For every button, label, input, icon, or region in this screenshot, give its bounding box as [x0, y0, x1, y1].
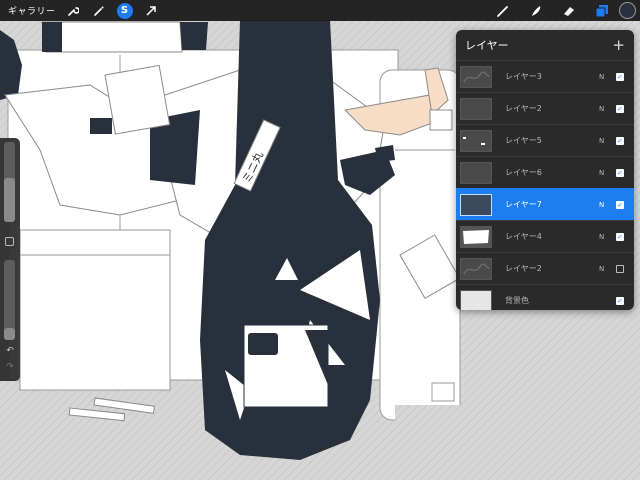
- layer-blend-mode[interactable]: N: [599, 73, 604, 81]
- layers-icon[interactable]: [591, 0, 613, 21]
- layer-thumbnail: [460, 289, 492, 310]
- top-toolbar: ギャラリー S: [0, 0, 640, 21]
- layer-visibility-checkbox[interactable]: ✓: [616, 200, 624, 209]
- layer-blend-mode[interactable]: N: [599, 105, 604, 113]
- layer-row[interactable]: レイヤー5 N ✓: [456, 124, 634, 156]
- layer-thumbnail: [460, 161, 492, 184]
- layer-row[interactable]: レイヤー7 N ✓: [456, 188, 634, 220]
- layer-visibility-checkbox[interactable]: ✓: [616, 296, 624, 305]
- layer-name: レイヤー2: [505, 104, 542, 113]
- left-sidebar: ↶ ↷: [0, 138, 20, 381]
- layer-name: レイヤー5: [505, 136, 542, 145]
- layer-name: レイヤー7: [505, 200, 542, 209]
- layer-row[interactable]: レイヤー2 N ✓: [456, 252, 634, 284]
- layer-row[interactable]: レイヤー3 N ✓: [456, 60, 634, 92]
- brush-size-fill: [4, 178, 15, 222]
- layer-name: レイヤー3: [505, 72, 542, 81]
- layer-thumbnail: [460, 193, 492, 216]
- layers-header: レイヤー +: [456, 30, 634, 60]
- selection-s-icon[interactable]: S: [116, 0, 134, 21]
- layer-name: 背景色: [505, 296, 529, 305]
- gallery-button[interactable]: ギャラリー: [8, 4, 56, 17]
- layer-blend-mode[interactable]: N: [599, 201, 604, 209]
- layer-visibility-checkbox[interactable]: ✓: [616, 264, 624, 273]
- layer-thumbnail: [460, 97, 492, 120]
- selection-s-glyph: S: [116, 2, 133, 19]
- layer-visibility-checkbox[interactable]: ✓: [616, 136, 624, 145]
- magic-wand-icon[interactable]: [90, 0, 108, 21]
- layer-thumbnail: [460, 65, 492, 88]
- layer-thumbnail: [460, 225, 492, 248]
- layer-row[interactable]: レイヤー6 N ✓: [456, 156, 634, 188]
- layer-row[interactable]: 背景色 ✓: [456, 284, 634, 310]
- redo-button[interactable]: ↷: [4, 362, 16, 372]
- wrench-icon[interactable]: [64, 0, 82, 21]
- opacity-fill: [4, 328, 15, 340]
- layers-panel: レイヤー + レイヤー3 N ✓ レイヤー2 N ✓ レイヤー5 N ✓ レイヤー6 N ✓ レイヤー7…: [456, 30, 634, 310]
- opacity-slider[interactable]: [4, 260, 15, 340]
- layers-title: レイヤー: [465, 39, 509, 52]
- transform-arrow-icon[interactable]: [142, 0, 160, 21]
- color-icon[interactable]: [619, 2, 636, 19]
- layer-thumbnail: [460, 129, 492, 152]
- smudge-icon[interactable]: [525, 0, 547, 21]
- layer-row[interactable]: レイヤー2 N ✓: [456, 92, 634, 124]
- layer-thumbnail: [460, 257, 492, 280]
- layer-blend-mode[interactable]: N: [599, 233, 604, 241]
- layer-name: レイヤー4: [505, 232, 542, 241]
- layer-visibility-checkbox[interactable]: ✓: [616, 104, 624, 113]
- modify-button[interactable]: [5, 237, 14, 246]
- layer-row[interactable]: レイヤー4 N ✓: [456, 220, 634, 252]
- layer-visibility-checkbox[interactable]: ✓: [616, 72, 624, 81]
- layer-list: レイヤー3 N ✓ レイヤー2 N ✓ レイヤー5 N ✓ レイヤー6 N ✓ レイヤー7 N ✓ レイヤー4…: [456, 60, 634, 310]
- layer-blend-mode[interactable]: N: [599, 137, 604, 145]
- eraser-icon[interactable]: [558, 0, 580, 21]
- add-layer-button[interactable]: +: [612, 37, 625, 53]
- layer-blend-mode[interactable]: N: [599, 265, 604, 273]
- layer-blend-mode[interactable]: N: [599, 169, 604, 177]
- layer-visibility-checkbox[interactable]: ✓: [616, 168, 624, 177]
- layer-visibility-checkbox[interactable]: ✓: [616, 232, 624, 241]
- layer-name: レイヤー6: [505, 168, 542, 177]
- undo-button[interactable]: ↶: [4, 346, 16, 356]
- brush-size-slider[interactable]: [4, 142, 15, 222]
- brush-icon[interactable]: [492, 0, 514, 21]
- layer-name: レイヤー2: [505, 264, 542, 273]
